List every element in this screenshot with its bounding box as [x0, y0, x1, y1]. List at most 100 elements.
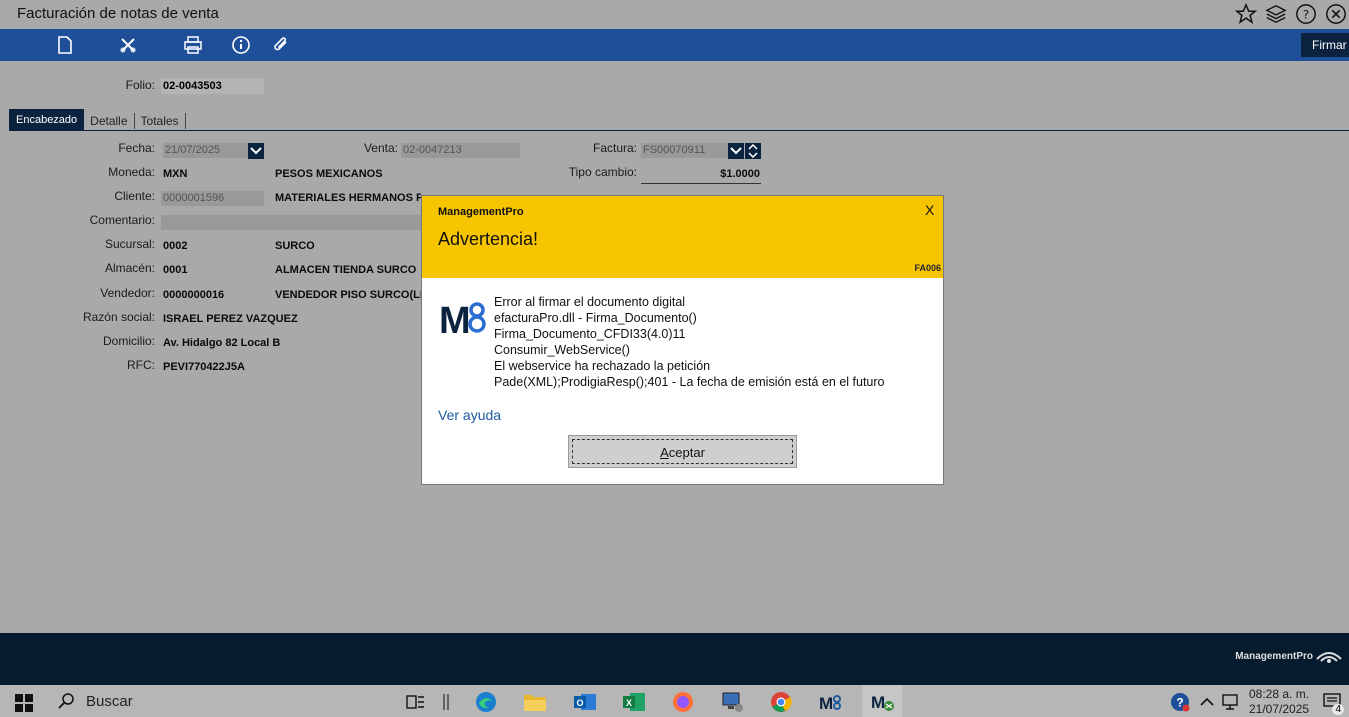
- main-toolbar: Firmar: [0, 29, 1349, 61]
- up-down-icon: [748, 144, 758, 158]
- aceptar-accelerator: A: [660, 445, 669, 460]
- tab-totales[interactable]: Totales: [135, 113, 186, 129]
- factura-dropdown-button[interactable]: [728, 143, 744, 159]
- venta-field[interactable]: 02-0047213: [401, 143, 520, 158]
- chrome-icon[interactable]: [768, 689, 794, 715]
- task-view-icon[interactable]: [403, 689, 429, 715]
- file-explorer-icon[interactable]: [522, 689, 548, 715]
- star-icon[interactable]: [1233, 2, 1259, 26]
- tipo-cambio-label: Tipo cambio:: [568, 165, 637, 179]
- help-icon[interactable]: ?: [1293, 2, 1319, 26]
- svg-text:M: M: [439, 300, 469, 335]
- edge-icon[interactable]: [473, 689, 499, 715]
- razon-social-value: ISRAEL PEREZ VAZQUEZ: [163, 313, 298, 325]
- firefox-icon[interactable]: [670, 689, 696, 715]
- folio-field[interactable]: 02-0043503: [161, 78, 264, 94]
- search-label: Buscar: [86, 692, 133, 710]
- taskbar-search[interactable]: Buscar: [58, 692, 133, 710]
- info-icon[interactable]: [231, 35, 251, 55]
- dialog-error-code: FA006: [914, 263, 941, 273]
- clock-date: 21/07/2025: [1249, 702, 1310, 716]
- fecha-field[interactable]: 21/07/2025: [163, 143, 249, 158]
- sucursal-code: 0002: [163, 240, 188, 252]
- tab-encabezado[interactable]: Encabezado: [9, 109, 85, 131]
- window-title: Facturación de notas de venta: [17, 5, 219, 22]
- windows-start-icon[interactable]: [15, 694, 33, 717]
- chevron-down-icon: [250, 147, 262, 155]
- factura-field[interactable]: FS00070911: [641, 143, 728, 158]
- close-icon[interactable]: [1323, 2, 1349, 26]
- notifications-icon[interactable]: 4: [1320, 689, 1346, 715]
- comentario-label: Comentario:: [89, 213, 155, 227]
- svg-text:O: O: [576, 698, 583, 708]
- sucursal-label: Sucursal:: [104, 237, 155, 251]
- folio-label: Folio:: [125, 78, 155, 92]
- cliente-label: Cliente:: [114, 189, 155, 203]
- new-document-icon[interactable]: [55, 35, 75, 55]
- comentario-field[interactable]: [161, 215, 421, 230]
- search-icon: [58, 693, 74, 709]
- domicilio-value: Av. Hidalgo 82 Local B: [163, 337, 281, 349]
- rfc-value: PEVI770422J5A: [163, 361, 245, 373]
- clock-time: 08:28 a. m.: [1249, 687, 1310, 701]
- svg-text:X: X: [626, 698, 632, 708]
- almacen-code: 0001: [163, 264, 188, 276]
- brand-logo-icon: [1316, 652, 1342, 663]
- chevron-down-icon: [730, 147, 742, 155]
- message-line: Firma_Documento_CFDI33(4.0)11: [494, 327, 686, 341]
- almacen-name: ALMACEN TIENDA SURCO: [275, 264, 417, 276]
- svg-text:M: M: [819, 694, 833, 713]
- factura-label: Factura:: [592, 141, 637, 155]
- message-line: Pade(XML);ProdigiaResp();401 - La fecha …: [494, 375, 885, 389]
- dialog-header: ManagementPro X Advertencia! FA006: [422, 196, 943, 278]
- tipo-cambio-underline: [641, 183, 761, 184]
- almacen-label: Almacén:: [104, 261, 155, 275]
- title-actions: ?: [1233, 2, 1349, 26]
- firmar-button[interactable]: Firmar: [1301, 33, 1349, 57]
- excel-icon[interactable]: X: [621, 689, 647, 715]
- network-computer-icon[interactable]: [720, 689, 746, 715]
- form-tabs: Encabezado Detalle Totales: [9, 109, 186, 131]
- delete-icon[interactable]: [118, 35, 138, 55]
- factura-spinner[interactable]: [745, 143, 761, 159]
- domicilio-label: Domicilio:: [102, 334, 155, 348]
- windows-taskbar: Buscar O X M M ? 08:28 a. m. 21/07/2025 …: [0, 685, 1349, 717]
- taskbar-divider-icon: [436, 689, 456, 715]
- message-line: Error al firmar el documento digital: [494, 295, 686, 309]
- fecha-dropdown-button[interactable]: [248, 143, 264, 159]
- aceptar-rest: ceptar: [668, 445, 705, 460]
- moneda-name: PESOS MEXICANOS: [275, 168, 383, 180]
- tipo-cambio-value[interactable]: $1.0000: [641, 168, 760, 180]
- window-title-bar: Facturación de notas de venta ?: [0, 0, 1349, 29]
- ver-ayuda-link[interactable]: Ver ayuda: [438, 407, 501, 423]
- rfc-label: RFC:: [127, 358, 155, 372]
- outlook-icon[interactable]: O: [572, 689, 598, 715]
- m8-logo-icon: M: [439, 299, 487, 342]
- moneda-code: MXN: [163, 168, 188, 180]
- print-icon[interactable]: [183, 35, 203, 55]
- tab-detalle[interactable]: Detalle: [84, 113, 135, 129]
- moneda-label: Moneda:: [108, 165, 155, 179]
- vendedor-label: Vendedor:: [100, 286, 155, 300]
- sucursal-name: SURCO: [275, 240, 315, 252]
- razon-social-label: Razón social:: [82, 310, 155, 324]
- dialog-app-name: ManagementPro: [438, 206, 524, 218]
- managementpro-icon[interactable]: M: [817, 689, 843, 715]
- message-line: El webservice ha rechazado la petición: [494, 359, 711, 373]
- network-tray-icon[interactable]: [1217, 689, 1243, 715]
- vendedor-name: VENDEDOR PISO SURCO(LIDI: [275, 289, 421, 301]
- message-line: efacturaPro.dll - Firma_Documento(): [494, 311, 697, 325]
- svg-text:M: M: [871, 693, 885, 712]
- layers-icon[interactable]: [1263, 2, 1289, 26]
- dialog-close-button[interactable]: X: [925, 202, 934, 218]
- cliente-code-field[interactable]: 0000001596: [161, 191, 264, 206]
- warning-dialog: ManagementPro X Advertencia! FA006 M Err…: [421, 195, 944, 485]
- managementpro-alt-icon[interactable]: M: [862, 685, 902, 717]
- aceptar-button[interactable]: Aceptar: [568, 435, 797, 468]
- attach-icon[interactable]: [271, 35, 291, 55]
- taskbar-clock[interactable]: 08:28 a. m. 21/07/2025: [1249, 687, 1309, 717]
- notification-count: 4: [1332, 704, 1344, 715]
- aceptar-button-label: Aceptar: [572, 439, 793, 464]
- footer-brand: ManagementPro: [1235, 651, 1313, 662]
- help-tray-icon[interactable]: ?: [1167, 689, 1193, 715]
